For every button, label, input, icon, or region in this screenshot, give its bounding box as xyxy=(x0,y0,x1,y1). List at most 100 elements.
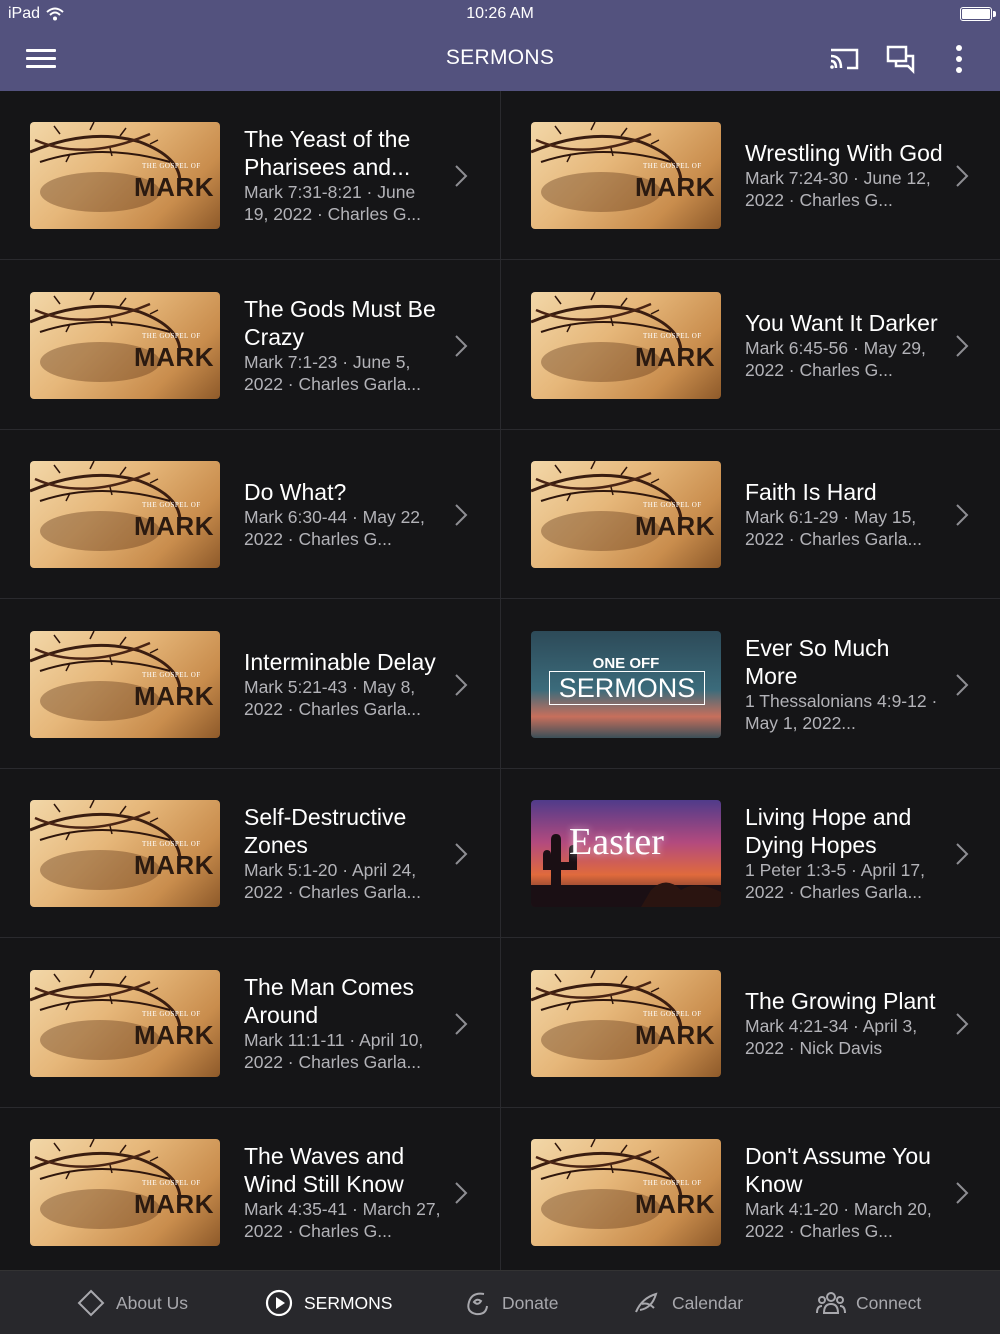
sermon-thumbnail: THE GOSPEL OF MARK xyxy=(531,1139,721,1246)
sermon-meta: Mark 5:1-20 · April 24, 2022 · Charles G… xyxy=(244,860,422,902)
sermon-title: The Waves and Wind Still Know xyxy=(244,1143,405,1197)
sermon-meta: 1 Thessalonians 4:9-12 · May 1, 2022... xyxy=(745,690,938,733)
header: iPad 10:26 AM SERMONS xyxy=(0,0,1000,91)
sermon-title: Wrestling With God xyxy=(745,140,943,166)
thumb-series-name: MARK xyxy=(635,172,715,202)
thumb-series-name: SERMONS xyxy=(549,670,705,705)
sermon-item[interactable]: THE GOSPEL OF MARK Don't Assume You Know Ma… xyxy=(501,1108,1000,1270)
thumb-series-prefix: THE GOSPEL OF xyxy=(142,670,201,679)
sermon-item[interactable]: THE GOSPEL OF MARK The Growing Plant Mark 4… xyxy=(501,939,1000,1108)
thumb-series-name: MARK xyxy=(635,341,715,372)
sermon-title: Don't Assume You Know xyxy=(745,1143,931,1197)
chevron-right-icon xyxy=(956,334,969,357)
chevron-right-icon xyxy=(455,843,468,865)
tab-calendar[interactable]: Calendar xyxy=(632,1287,743,1319)
thumb-series-name: MARK xyxy=(635,1189,715,1219)
thumb-series-name: MARK xyxy=(635,1019,715,1050)
sermon-thumbnail: THE GOSPEL OF MARK xyxy=(30,461,220,568)
thumb-series-prefix: THE GOSPEL OF xyxy=(643,1009,702,1018)
sermon-item[interactable]: ONE OFF SERMONS Ever So Much More 1 Thessal… xyxy=(501,600,1000,769)
thumb-series-prefix: THE GOSPEL OF xyxy=(643,162,702,170)
tab-label: Calendar xyxy=(672,1292,744,1313)
thumb-series-name: MARK xyxy=(134,1019,214,1050)
chevron-right-icon xyxy=(455,504,468,526)
sermon-thumbnail: THE GOSPEL OF MARK xyxy=(30,1139,220,1246)
sermon-thumbnail: THE GOSPEL OF MARK xyxy=(531,969,721,1077)
sermon-thumbnail: THE GOSPEL OF MARK xyxy=(531,291,721,399)
chevron-right-icon xyxy=(956,843,969,865)
chevron-right-icon xyxy=(455,165,468,187)
sermon-item[interactable]: Easter Living Hope and Dying Hopes 1 Peter… xyxy=(501,769,1000,938)
nav-bar: SERMONS xyxy=(0,30,1000,88)
sermon-thumbnail: THE GOSPEL OF MARK xyxy=(30,291,220,399)
thumb-series-prefix: ONE OFF xyxy=(592,654,660,672)
sermon-thumbnail: THE GOSPEL OF MARK xyxy=(531,461,721,568)
tab-connect[interactable]: Connect xyxy=(816,1287,921,1319)
thumb-series-prefix: THE GOSPEL OF xyxy=(643,501,702,509)
play-circle-icon xyxy=(265,1289,293,1317)
sermon-title: The Man Comes Around xyxy=(244,973,415,1028)
sermon-item[interactable]: THE GOSPEL OF MARK Do What? Mark 6:30-44 · … xyxy=(0,430,500,599)
thumb-series-prefix: THE GOSPEL OF xyxy=(643,1179,702,1187)
sermon-meta: Mark 6:1-29 · May 15, 2022 · Charles Gar… xyxy=(745,507,923,549)
thumb-series-name: MARK xyxy=(134,341,214,372)
thumb-series-name: MARK xyxy=(134,172,214,202)
chevron-right-icon xyxy=(956,1182,969,1204)
sermon-grid: THE GOSPEL OF MARK The Yeast of the Pharis… xyxy=(0,91,1000,1270)
chat-icon[interactable] xyxy=(884,42,918,76)
sermon-item[interactable]: THE GOSPEL OF MARK Self-Destructive Zones M… xyxy=(0,769,500,938)
thumb-series-prefix: THE GOSPEL OF xyxy=(142,331,201,340)
sermon-thumbnail: THE GOSPEL OF MARK xyxy=(30,630,220,738)
thumb-series-name: MARK xyxy=(134,511,214,541)
thumb-series-prefix: THE GOSPEL OF xyxy=(142,162,201,170)
sermon-title: The Growing Plant xyxy=(745,987,936,1014)
sermon-item[interactable]: THE GOSPEL OF MARK You Want It Darker Mark … xyxy=(501,261,1000,430)
status-time: 10:26 AM xyxy=(466,5,534,22)
chevron-right-icon xyxy=(455,1012,468,1035)
donate-icon xyxy=(467,1292,488,1316)
chevron-right-icon xyxy=(455,334,468,357)
sermon-meta: Mark 7:24-30 · June 12, 2022 · Charles G… xyxy=(745,168,931,210)
sermon-item[interactable]: THE GOSPEL OF MARK The Waves and Wind Stil… xyxy=(0,1108,500,1270)
thumb-series-name: MARK xyxy=(134,850,214,880)
chevron-right-icon xyxy=(956,504,969,526)
sermon-item[interactable]: THE GOSPEL OF MARK Wrestling With God Mark … xyxy=(501,91,1000,260)
diamond-icon xyxy=(77,1289,105,1317)
thumb-series-prefix: THE GOSPEL OF xyxy=(643,331,702,340)
sermon-item[interactable]: THE GOSPEL OF MARK Faith Is Hard Mark 6:1-2… xyxy=(501,430,1000,599)
sermon-meta: Mark 4:35-41 · March 27, 2022 · Charles … xyxy=(244,1199,441,1241)
sermon-title: Faith Is Hard xyxy=(745,479,877,505)
tab-label: SERMONS xyxy=(304,1292,393,1313)
thumb-series-name: MARK xyxy=(635,511,715,541)
tab-bar: About Us SERMONS Donate Calendar Connect xyxy=(0,1270,1000,1334)
sermon-item[interactable]: THE GOSPEL OF MARK Interminable Delay Mark … xyxy=(0,600,500,769)
more-options-icon[interactable] xyxy=(942,42,976,76)
sermon-meta: Mark 4:21-34 · April 3, 2022 · Nick Davi… xyxy=(745,1015,918,1058)
sermon-title: You Want It Darker xyxy=(745,309,938,336)
sermon-item[interactable]: THE GOSPEL OF MARK The Gods Must Be Crazy M… xyxy=(0,261,500,430)
sermon-item[interactable]: THE GOSPEL OF MARK The Man Comes Around Mar… xyxy=(0,939,500,1108)
sermon-thumbnail: THE GOSPEL OF MARK xyxy=(30,800,220,907)
sermon-thumbnail: THE GOSPEL OF MARK xyxy=(531,122,721,229)
sermon-item[interactable]: THE GOSPEL OF MARK The Yeast of the Pharis… xyxy=(0,91,500,260)
sermon-title: The Gods Must Be Crazy xyxy=(244,295,436,350)
sermon-meta: Mark 7:1-23 · June 5, 2022 · Charles Gar… xyxy=(244,351,422,394)
app-window: iPad 10:26 AM SERMONS THE GOSPEL OF MARK… xyxy=(0,0,1000,1334)
thumb-series-name: Easter xyxy=(569,821,664,863)
tab-about-us[interactable]: About Us xyxy=(76,1287,188,1319)
tab-label: Donate xyxy=(502,1292,559,1313)
sermon-thumbnail: THE GOSPEL OF MARK xyxy=(30,969,220,1077)
thumb-series-prefix: THE GOSPEL OF xyxy=(142,1009,201,1018)
tab-donate[interactable]: Donate xyxy=(462,1287,558,1319)
sermon-title: The Yeast of the Pharisees and... xyxy=(244,126,411,180)
sermon-meta: Mark 4:1-20 · March 20, 2022 · Charles G… xyxy=(745,1199,932,1241)
chevron-right-icon xyxy=(956,165,969,187)
cast-icon[interactable] xyxy=(827,42,861,76)
sermon-meta: Mark 5:21-43 · May 8, 2022 · Charles Gar… xyxy=(244,676,422,719)
thumb-series-name: MARK xyxy=(134,680,214,711)
tab-label: About Us xyxy=(116,1292,188,1313)
sermon-title: Living Hope and Dying Hopes xyxy=(745,804,912,858)
chevron-right-icon xyxy=(455,673,468,696)
sermon-title: Self-Destructive Zones xyxy=(244,804,407,858)
tab-sermons[interactable]: SERMONS xyxy=(264,1287,392,1319)
